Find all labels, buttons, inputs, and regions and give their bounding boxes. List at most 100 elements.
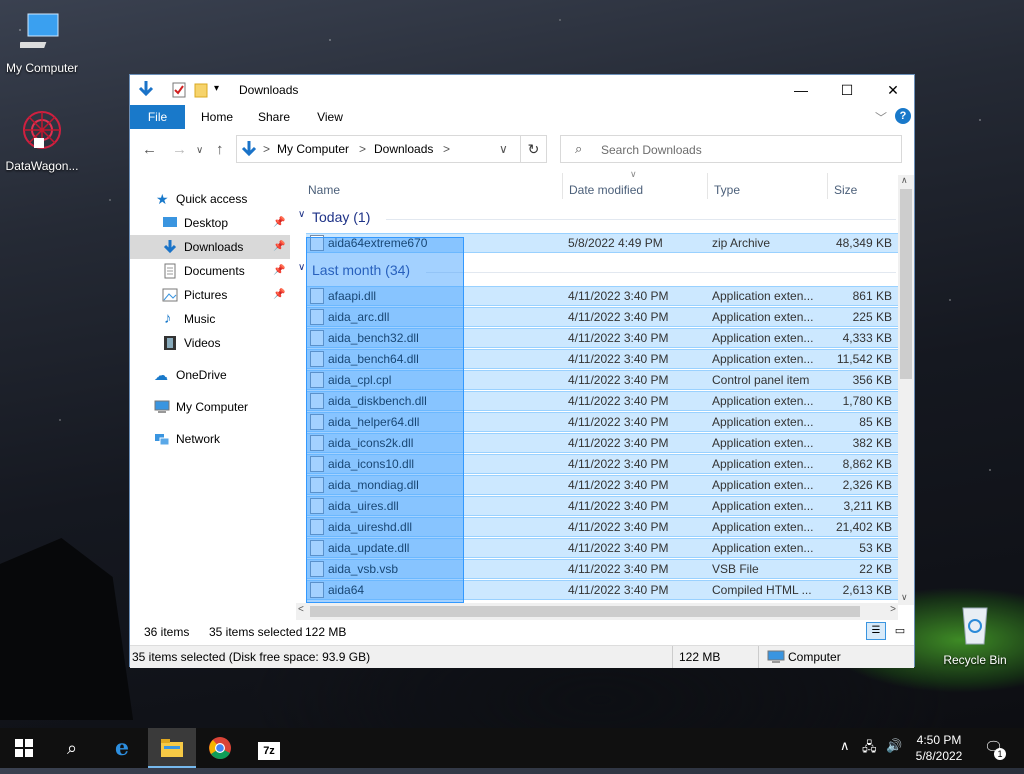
column-separator[interactable] [562,173,563,199]
maximize-icon[interactable]: ☐ [824,75,870,105]
details-view-icon[interactable]: ☰ [866,622,886,640]
up-arrow-icon[interactable]: ↑ [216,141,224,158]
file-row[interactable]: aida_vsb.vsb 4/11/2022 3:40 PM VSB File 22 … [306,559,898,579]
nav-item-music[interactable]: ♪ Music [130,307,290,331]
file-row[interactable]: aida_helper64.dll 4/11/2022 3:40 PM Applic… [306,412,898,432]
file-row[interactable]: aida64 4/11/2022 3:40 PM Compiled HTML ...… [306,580,898,600]
column-header-size[interactable]: Size [834,183,857,203]
search-button[interactable]: ⌕ [48,728,96,768]
nav-item-pictures[interactable]: Pictures 📌 [130,283,290,307]
new-folder-icon[interactable] [194,82,208,98]
file-date: 4/11/2022 3:40 PM [568,415,669,429]
help-icon[interactable]: ? [895,108,911,124]
tab-share[interactable]: Share [248,105,300,129]
search-icon: ⌕ [575,141,583,156]
nav-item-documents[interactable]: Documents 📌 [130,259,290,283]
file-icon [310,519,324,535]
taskbar-app-file-explorer[interactable] [148,728,196,768]
nav-item-desktop[interactable]: Desktop 📌 [130,211,290,235]
close-icon[interactable]: ✕ [870,75,916,105]
taskbar-clock[interactable]: 4:50 PM 5/8/2022 [906,732,972,764]
horizontal-scroll-thumb[interactable] [310,606,860,617]
tab-view[interactable]: View [306,105,354,129]
tab-file[interactable]: File [130,105,185,129]
search-input[interactable]: ⌕ Search Downloads [560,135,902,163]
recent-locations-icon[interactable]: ∨ [196,145,203,156]
file-row[interactable]: aida_uires.dll 4/11/2022 3:40 PM Applicati… [306,496,898,516]
customize-toolbar-icon[interactable]: ▾ [214,83,219,94]
taskbar-app-7zip[interactable]: 7z [245,728,293,768]
show-hidden-icons-icon[interactable]: ∧ [840,738,850,754]
scroll-left-icon[interactable]: < [298,604,304,615]
column-separator[interactable] [827,173,828,199]
column-header-name[interactable]: Name [308,183,340,203]
expand-ribbon-icon[interactable]: ﹀ [875,109,887,126]
file-row[interactable]: aida_uireshd.dll 4/11/2022 3:40 PM Applica… [306,517,898,537]
nav-item-downloads[interactable]: Downloads 📌 [130,235,290,259]
column-header-type[interactable]: Type [714,183,740,203]
back-arrow-icon[interactable]: ← [142,141,157,158]
file-icon [310,393,324,409]
details-bar: 35 items selected (Disk free space: 93.9… [130,645,914,668]
horizontal-scrollbar[interactable]: < > [296,603,898,620]
address-dropdown-icon[interactable]: ∨ [499,142,508,156]
taskbar-app-internet-explorer[interactable]: e [98,728,146,768]
nav-onedrive[interactable]: ☁ OneDrive [130,363,290,387]
details-summary: 35 items selected (Disk free space: 93.9… [132,650,371,664]
file-row[interactable]: aida_cpl.cpl 4/11/2022 3:40 PM Control pan… [306,370,898,390]
file-row[interactable]: aida_icons2k.dll 4/11/2022 3:40 PM Applica… [306,433,898,453]
folder-icon [161,739,183,757]
column-separator[interactable] [707,173,708,199]
desktop-icon-recycle-bin[interactable]: Recycle Bin [933,602,1017,667]
details-location: Computer [788,650,841,664]
file-row[interactable]: aida_bench32.dll 4/11/2022 3:40 PM Applica… [306,328,898,348]
start-button[interactable] [0,728,48,768]
collapse-chevron-icon[interactable]: ∨ [298,262,305,273]
desktop-icon-my-computer[interactable]: My Computer [0,10,84,75]
volume-icon[interactable]: 🔊 [886,738,902,754]
desktop-icon-datawagon[interactable]: DataWagon... [0,108,84,173]
column-header-date[interactable]: Date modified [569,183,643,203]
vertical-scroll-thumb[interactable] [900,189,912,379]
file-row[interactable]: aida_icons10.dll 4/11/2022 3:40 PM Applica… [306,454,898,474]
file-row[interactable]: aida_bench64.dll 4/11/2022 3:40 PM Applica… [306,349,898,369]
file-size: 53 KB [859,541,892,555]
desktop-icon-label: Recycle Bin [943,653,1007,667]
desktop-icon [163,217,177,227]
file-row[interactable]: aida_mondiag.dll 4/11/2022 3:40 PM Applica… [306,475,898,495]
file-row[interactable]: aida_update.dll 4/11/2022 3:40 PM Applicat… [306,538,898,558]
nav-label: Quick access [176,192,248,206]
file-row[interactable]: afaapi.dll 4/11/2022 3:40 PM Application e… [306,286,898,306]
collapse-chevron-icon[interactable]: ∨ [298,209,305,220]
properties-icon[interactable] [172,82,186,98]
windows-logo-icon [15,739,33,757]
vertical-scrollbar[interactable]: ∧ ∨ [898,175,914,605]
forward-arrow-icon[interactable]: → [172,141,187,158]
large-icons-view-icon[interactable]: ▭ [890,622,910,640]
nav-network[interactable]: Network [130,427,290,451]
scroll-down-icon[interactable]: ∨ [901,592,908,603]
scroll-right-icon[interactable]: > [890,604,896,615]
group-header-last-month[interactable]: ∨ Last month (34) [296,260,898,284]
minimize-icon[interactable]: — [778,75,824,105]
file-row[interactable]: aida_diskbench.dll 4/11/2022 3:40 PM Appli… [306,391,898,411]
pin-icon: 📌 [273,265,286,276]
title-bar[interactable]: ▾ Downloads — ☐ ✕ [130,75,914,105]
nav-my-computer[interactable]: My Computer [130,395,290,419]
file-row[interactable]: aida_arc.dll 4/11/2022 3:40 PM Application… [306,307,898,327]
address-bar[interactable]: > My Computer > Downloads > ∨ [236,135,547,163]
file-icon [310,561,324,577]
file-row[interactable]: aida64extreme670 5/8/2022 4:49 PM zip Ar… [306,233,898,253]
nav-quick-access[interactable]: ★ Quick access [130,187,290,211]
tab-home[interactable]: Home [192,105,242,129]
nav-item-videos[interactable]: Videos [130,331,290,355]
group-header-today[interactable]: ∨ Today (1) [296,207,898,231]
breadcrumb-downloads[interactable]: Downloads [374,142,433,156]
desktop-icon-label: DataWagon... [5,159,79,173]
network-status-icon[interactable]: 🖧 [862,738,877,760]
refresh-icon[interactable]: ↻ [520,135,547,163]
taskbar-app-chrome[interactable] [196,728,244,768]
scroll-up-icon[interactable]: ∧ [901,175,908,186]
breadcrumb-my-computer[interactable]: My Computer [277,142,349,156]
file-icon [310,435,324,451]
